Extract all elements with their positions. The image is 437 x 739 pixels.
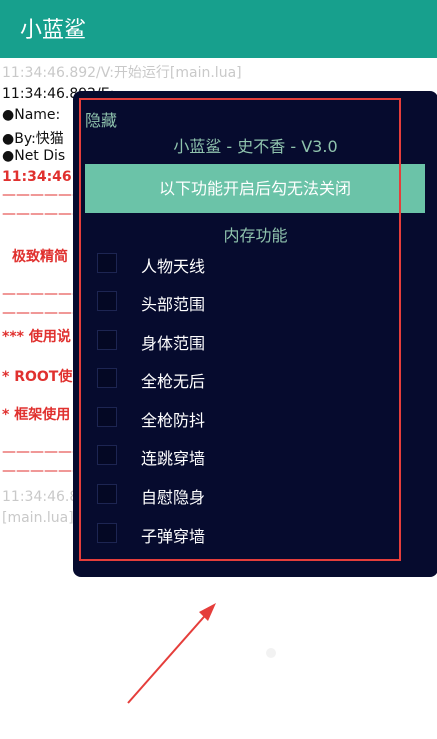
annotation-arrow-icon — [127, 603, 216, 704]
touch-indicator — [266, 648, 276, 658]
